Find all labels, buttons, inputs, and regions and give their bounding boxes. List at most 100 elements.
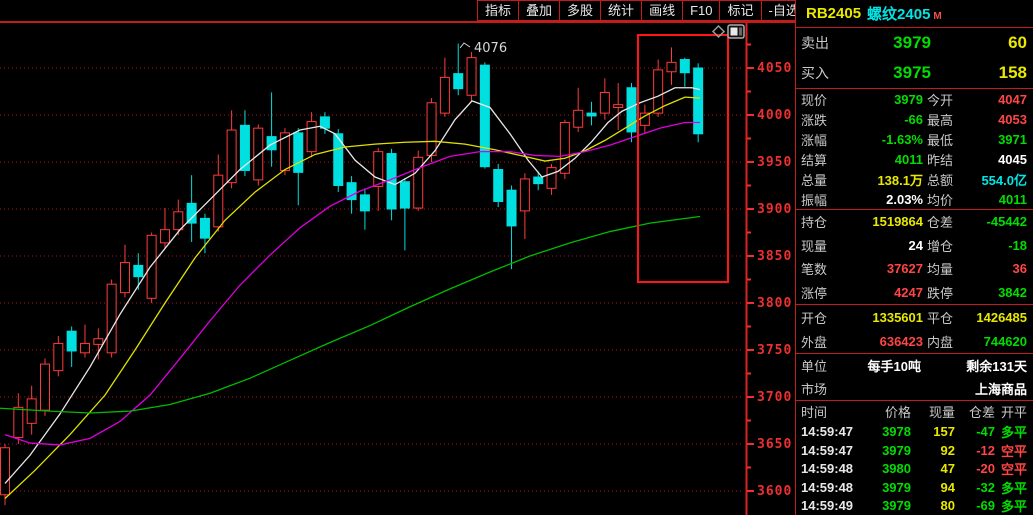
quote-row: 现价3979今开4047: [796, 89, 1033, 109]
candle-body: [667, 62, 676, 71]
y-axis-label: 3800: [757, 296, 792, 311]
sell-row: 卖出 3979 60: [796, 28, 1033, 58]
trading-app-window: 指标叠加多股统计画线F10标记-自选返回 4076 40504000395039…: [0, 0, 1033, 515]
tick-col-header: 时间: [801, 402, 863, 421]
quote-row: 结算4011昨结4045: [796, 149, 1033, 169]
candle-body: [467, 58, 476, 96]
tick-row: 14:59:47397992-12空平: [796, 441, 1033, 460]
quote-row: 笔数37627均量36: [796, 257, 1033, 281]
candle-body: [134, 265, 143, 276]
candle-body: [654, 70, 663, 113]
quote-row: 涨停4247跌停3842: [796, 281, 1033, 305]
candle-body: [400, 182, 409, 208]
tick-table: 时间价格现量仓差开平 14:59:473978157-47多平14:59:473…: [796, 401, 1033, 515]
y-axis-label: 4000: [757, 108, 792, 123]
buy-volume: 158: [931, 63, 1027, 83]
candlestick-chart[interactable]: 4076 4050 4000 3950 3900 3850 3800 3750 3700 365…: [0, 0, 795, 515]
quote-section-openclose: 开仓1335601平仓1426485外盘636423内盘744620: [796, 305, 1033, 353]
candle-body: [680, 60, 689, 73]
buy-row: 买入 3975 158: [796, 58, 1033, 88]
quote-row: 振幅2.03%均价4011: [796, 189, 1033, 209]
candle-body: [600, 92, 609, 113]
candle-body: [440, 77, 449, 113]
candle-body: [414, 157, 423, 208]
candle-body: [587, 113, 596, 116]
tick-col-header: 开平: [995, 402, 1027, 421]
candle-body: [387, 154, 396, 209]
candle-body: [174, 212, 183, 230]
candle-body: [427, 103, 436, 156]
candles-layer: [1, 44, 703, 506]
tick-col-header: 现量: [911, 402, 955, 421]
candle-body: [1, 448, 10, 495]
contract-name: 螺纹2405: [867, 3, 930, 24]
quote-section-position: 持仓1519864仓差-45442现量24增仓-18笔数37627均量36涨停4…: [796, 210, 1033, 304]
tick-row: 14:59:473978157-47多平: [796, 422, 1033, 441]
quote-section-info: 单位每手10吨剩余131天市场上海商品: [796, 354, 1033, 400]
period-flag: M: [933, 11, 941, 22]
y-axis-label: 3750: [757, 343, 792, 358]
quote-panel: RB2405 螺纹2405 M 卖出 3979 60 买入 3975 158 现…: [795, 0, 1033, 515]
ma-lines-layer: [0, 88, 700, 499]
quote-row: 涨跌-66最高4053: [796, 109, 1033, 129]
y-axis-label: 3700: [757, 390, 792, 405]
candle-body: [67, 331, 76, 351]
y-axis-label: 3600: [757, 484, 792, 499]
candle-body: [107, 284, 116, 353]
y-axis-label: 4050: [757, 61, 792, 76]
chart-svg: 4076: [0, 0, 795, 515]
candle-body: [27, 399, 36, 423]
quote-row: 总量138.1万总额554.0亿: [796, 169, 1033, 189]
y-axis-label: 3950: [757, 155, 792, 170]
candle-body: [494, 170, 503, 202]
tick-col-header: 仓差: [955, 402, 995, 421]
candle-body: [200, 218, 209, 238]
y-axis-label: 3650: [757, 437, 792, 452]
candle-body: [307, 122, 316, 152]
candle-body: [187, 203, 196, 223]
MA-green: [0, 217, 700, 413]
quote-row: 单位每手10吨剩余131天: [796, 354, 1033, 377]
contract-code: RB2405: [806, 5, 861, 22]
candle-body: [40, 364, 49, 410]
candle-body: [547, 168, 556, 189]
y-axis-label: 3850: [757, 249, 792, 264]
candle-body: [454, 74, 463, 89]
buy-price: 3975: [853, 63, 931, 83]
tick-row: 14:59:49397980-69多平: [796, 496, 1033, 515]
candle-body: [214, 175, 223, 227]
candle-body: [147, 235, 156, 298]
sell-volume: 60: [931, 33, 1027, 53]
candle-body: [94, 339, 103, 345]
svg-text:4076: 4076: [474, 41, 507, 56]
candle-body: [160, 230, 169, 243]
candle-body: [694, 68, 703, 134]
high-annotation: 4076: [460, 41, 507, 56]
quote-row: 市场上海商品: [796, 377, 1033, 400]
candle-body: [374, 152, 383, 187]
candle-body: [14, 407, 23, 437]
candle-body: [360, 195, 369, 211]
candle-body: [54, 343, 63, 370]
candle-body: [520, 179, 529, 211]
tick-table-header: 时间价格现量仓差开平: [796, 401, 1033, 422]
panel-toggle-icon[interactable]: [728, 25, 744, 38]
candle-body: [507, 190, 516, 226]
contract-title[interactable]: RB2405 螺纹2405 M: [796, 0, 1033, 27]
quote-row: 涨幅-1.63%最低3971: [796, 129, 1033, 149]
candle-body: [614, 105, 623, 108]
quote-row: 现量24增仓-18: [796, 234, 1033, 258]
quote-section-price: 现价3979今开4047涨跌-66最高4053涨幅-1.63%最低3971结算4…: [796, 89, 1033, 209]
tick-row: 14:59:48398047-20空平: [796, 459, 1033, 478]
candle-body: [294, 133, 303, 172]
quote-row: 开仓1335601平仓1426485: [796, 305, 1033, 329]
axis-ticks-layer: [747, 45, 754, 492]
sell-price: 3979: [853, 33, 931, 53]
y-axis-label: 3900: [757, 202, 792, 217]
candle-body: [627, 88, 636, 132]
candle-body: [120, 263, 129, 293]
candle-body: [534, 177, 543, 184]
candle-body: [574, 110, 583, 127]
quote-row: 持仓1519864仓差-45442: [796, 210, 1033, 234]
quote-row: 外盘636423内盘744620: [796, 329, 1033, 353]
